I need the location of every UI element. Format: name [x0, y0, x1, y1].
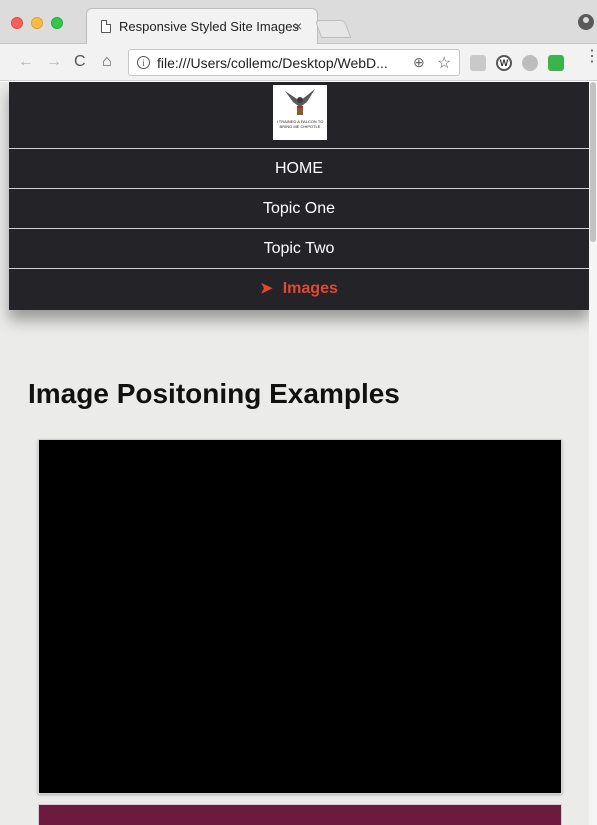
extension-green-icon[interactable] [548, 55, 564, 71]
page-viewport: I TRAINED A FALCON TO BRING ME CHIPOTLE … [0, 82, 597, 825]
close-window-button[interactable] [11, 17, 23, 29]
wappalyzer-extension-icon[interactable]: W [496, 55, 512, 71]
page-scrollbar[interactable] [589, 82, 597, 825]
site-navigation: I TRAINED A FALCON TO BRING ME CHIPOTLE … [9, 82, 589, 310]
example-image-maroon [38, 804, 562, 825]
nav-home[interactable]: HOME [9, 149, 589, 189]
extension-icon[interactable] [470, 55, 486, 71]
tab-close-icon[interactable]: × [294, 18, 302, 34]
browser-tab-strip: Responsive Styled Site Images × [0, 0, 597, 44]
minimize-window-button[interactable] [31, 17, 43, 29]
browser-menu-icon[interactable]: ⋮ [584, 49, 597, 65]
zoom-icon[interactable]: ⊕ [413, 54, 425, 71]
browser-toolbar: ← → C ⌂ i file:///Users/collemc/Desktop/… [0, 44, 597, 81]
nav-images-label: Images [282, 280, 338, 297]
page-heading: Image Positoning Examples [28, 378, 400, 409]
new-tab-button[interactable] [314, 20, 352, 38]
example-image-black [38, 439, 562, 794]
url-text[interactable]: file:///Users/collemc/Desktop/WebD... [157, 55, 388, 71]
bookmark-star-icon[interactable]: ☆ [437, 53, 451, 73]
address-bar[interactable]: i file:///Users/collemc/Desktop/WebD... … [128, 49, 460, 76]
nav-topic-two-label: Topic Two [263, 240, 335, 257]
nav-home-label: HOME [275, 160, 323, 177]
logo-row: I TRAINED A FALCON TO BRING ME CHIPOTLE [9, 82, 589, 149]
logo-text: I TRAINED A FALCON TO BRING ME CHIPOTLE [276, 119, 324, 129]
nav-topic-one-label: Topic One [262, 200, 336, 217]
page-icon [101, 20, 111, 33]
scrollbar-thumb[interactable] [590, 82, 596, 242]
active-arrow-icon: ➤ [260, 280, 273, 297]
reload-icon[interactable]: C [74, 53, 86, 71]
maximize-window-button[interactable] [51, 17, 63, 29]
profile-icon[interactable] [578, 14, 594, 30]
forward-arrow-icon[interactable]: → [46, 53, 62, 71]
nav-topic-two[interactable]: Topic Two [9, 229, 589, 269]
home-icon[interactable]: ⌂ [102, 53, 112, 71]
nav-topic-one[interactable]: Topic One [9, 189, 589, 229]
extension-gear-icon[interactable] [522, 55, 538, 71]
info-icon[interactable]: i [137, 56, 150, 69]
tab-title: Responsive Styled Site Images [119, 19, 299, 34]
back-arrow-icon[interactable]: ← [18, 53, 34, 71]
falcon-icon [285, 89, 315, 115]
browser-tab[interactable]: Responsive Styled Site Images × [86, 8, 318, 44]
falcon-logo[interactable]: I TRAINED A FALCON TO BRING ME CHIPOTLE [273, 85, 327, 140]
nav-images[interactable]: ➤ Images [9, 269, 589, 309]
